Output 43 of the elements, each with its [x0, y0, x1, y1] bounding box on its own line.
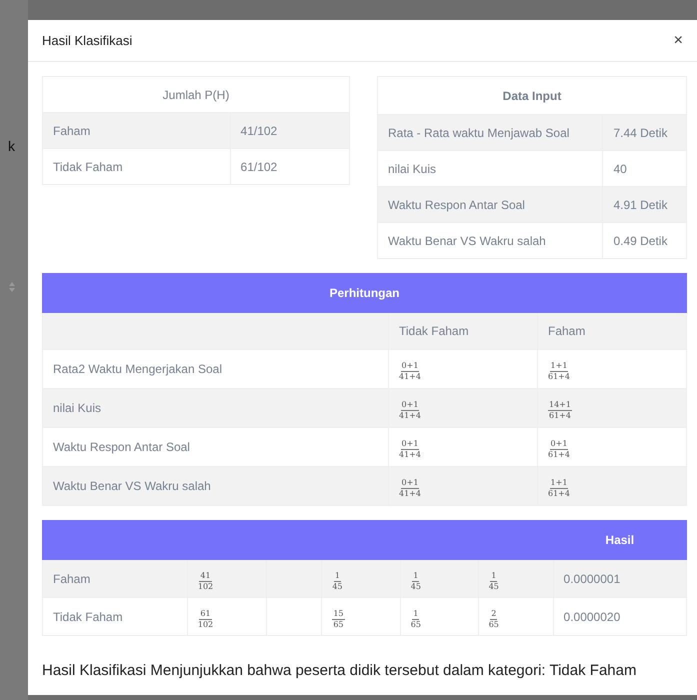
fraction: 1 65 — [410, 610, 421, 628]
fraction: 0+1 41+4 — [399, 479, 421, 498]
fraction: 0+1 41+4 — [399, 362, 421, 381]
fraction: 0+1 41+4 — [399, 440, 421, 459]
table-cell: Waktu Benar VS Wakru salah — [378, 222, 603, 258]
fraction: 1 45 — [332, 572, 343, 590]
fraction: 14+1 61+4 — [548, 401, 572, 420]
fraction: 15 65 — [332, 610, 345, 628]
table-cell: 0.0000020 — [553, 598, 686, 636]
fraction: 2 65 — [488, 610, 499, 628]
table-cell: Waktu Respon Antar Soal — [378, 186, 603, 222]
fraction: 41 102 — [198, 572, 214, 590]
close-button[interactable]: × — [672, 32, 685, 50]
fraction: 1+1 61+4 — [548, 362, 570, 381]
table-cell: Rata - Rata waktu Menjawab Soal — [378, 114, 603, 150]
modal-title: Hasil Klasifikasi — [42, 33, 132, 48]
table-cell: 0.0000001 — [553, 560, 686, 598]
table-cell: Tidak Faham — [42, 148, 230, 184]
table-cell: Faham — [42, 560, 188, 598]
table-cell: 41/102 — [230, 112, 350, 148]
conclusion-text: Hasil Klasifikasi Menjunjukkan bahwa peserta didik tersebut dalam kategori: Tidak Faham — [42, 662, 638, 679]
column-header: Faham — [538, 312, 686, 350]
column-header: Tidak Faham — [388, 312, 538, 350]
table-cell: 0.49 Detik — [602, 222, 686, 258]
fraction: 1+1 61+4 — [548, 479, 570, 498]
backdrop-text: k — [8, 138, 15, 154]
table-header: Data Input — [378, 76, 686, 114]
fraction: 1 45 — [410, 572, 421, 590]
table-cell: 4.91 Detik — [602, 186, 686, 222]
table-cell: 61/102 — [230, 148, 350, 184]
sort-icon — [8, 281, 16, 293]
table-header: Perhitungan — [42, 274, 686, 312]
table-cell: nilai Kuis — [42, 388, 388, 428]
table-cell: Tidak Faham — [42, 598, 188, 636]
fraction: 0+1 41+4 — [399, 401, 421, 420]
fraction: 1 45 — [488, 572, 499, 590]
fraction: 0+1 61+4 — [548, 440, 570, 459]
table-cell: Waktu Benar VS Wakru salah — [42, 466, 388, 506]
fraction: 61 102 — [198, 610, 214, 628]
table-header: Hasil — [553, 520, 686, 560]
table-cell: Faham — [42, 112, 230, 148]
table-header: Jumlah P(H) — [42, 76, 350, 112]
table-cell: 7.44 Detik — [602, 114, 686, 150]
